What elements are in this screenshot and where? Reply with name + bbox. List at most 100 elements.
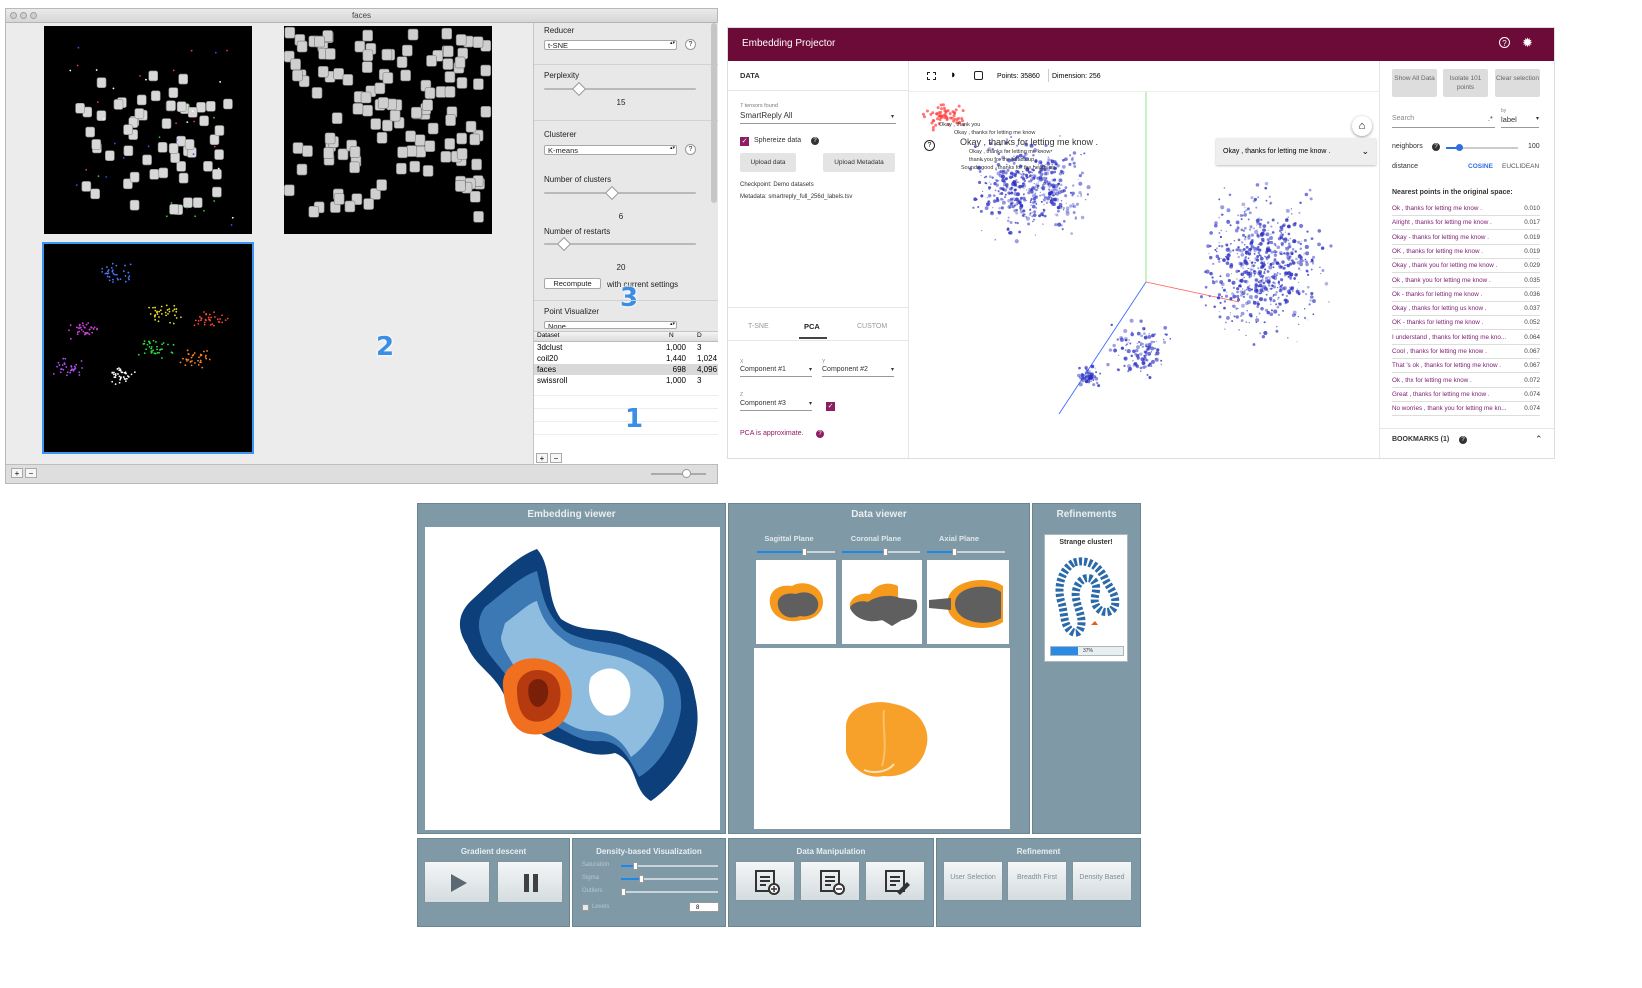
add-data-button[interactable] — [735, 861, 795, 901]
outliers-slider[interactable] — [621, 888, 718, 896]
table-row[interactable]: 3dclust 1,000 3 — [534, 342, 718, 353]
add-view-button[interactable]: + — [11, 468, 23, 478]
clusters-slider-thumb[interactable] — [604, 185, 619, 201]
perplexity-slider-thumb[interactable] — [571, 81, 587, 97]
nearest-point-item[interactable]: OK - thanks for letting me know . 0.052 — [1392, 317, 1540, 331]
minimize-window-button[interactable] — [20, 12, 27, 19]
cosine-option[interactable]: COSINE — [1468, 163, 1493, 170]
axial-slice-view[interactable] — [927, 560, 1009, 644]
labels-3d-icon[interactable] — [974, 71, 983, 80]
night-mode-icon[interactable]: ◗ — [950, 69, 957, 81]
clusterer-help-button[interactable]: ? — [685, 144, 696, 155]
edit-data-button[interactable] — [865, 861, 925, 901]
upload-metadata-button[interactable]: Upload Metadata — [823, 153, 895, 172]
help-icon[interactable]: ? — [1499, 37, 1510, 48]
y-component-select[interactable]: Component #2 ▾ — [822, 366, 894, 377]
tab-tsne[interactable]: T-SNE — [748, 323, 769, 330]
euclidean-option[interactable]: EUCLIDEAN — [1502, 163, 1539, 170]
sphereize-checkbox[interactable]: ✓ — [740, 137, 749, 146]
nearest-point-item[interactable]: Great , thanks for letting me know . 0.07… — [1392, 389, 1540, 402]
selected-point-dropdown[interactable]: Okay , thanks for letting me know . ⌄ — [1216, 138, 1376, 165]
coronal-slice-view[interactable] — [842, 560, 922, 644]
tab-custom[interactable]: CUSTOM — [857, 323, 887, 330]
outliers-knob[interactable] — [621, 888, 626, 896]
play-button[interactable] — [424, 861, 490, 903]
add-dataset-button[interactable]: + — [536, 453, 548, 463]
home-icon[interactable]: ⌂ — [1352, 116, 1372, 136]
zoom-slider-thumb[interactable] — [682, 469, 691, 478]
z-component-select[interactable]: Component #3 ▾ — [740, 400, 812, 411]
restarts-slider-thumb[interactable] — [557, 236, 572, 252]
user-selection-button[interactable]: User Selection — [943, 861, 1003, 901]
settings-icon[interactable]: ✹ — [1522, 36, 1533, 49]
neighbors-slider-thumb[interactable] — [1456, 144, 1463, 151]
chevron-up-icon[interactable]: ⌃ — [1535, 434, 1543, 445]
reducer-select[interactable]: t-SNE — [544, 40, 677, 50]
nearest-point-item[interactable]: I understand , thanks for letting me kno… — [1392, 332, 1540, 345]
tensor-select[interactable]: SmartReply All ▾ — [740, 111, 896, 124]
sigma-slider[interactable] — [621, 875, 718, 883]
table-row[interactable]: coil20 1,440 1,024 — [534, 353, 718, 364]
point-visualizer-select[interactable]: None — [544, 321, 677, 329]
pause-button[interactable] — [497, 861, 563, 903]
nearest-point-item[interactable]: Ok - thanks for letting me know . 0.036 — [1392, 289, 1540, 302]
search-input[interactable]: Search — [1392, 115, 1495, 128]
pca-help-icon[interactable]: ? — [816, 430, 824, 438]
nearest-point-item[interactable]: No worries , thank you for letting me kn… — [1392, 403, 1540, 417]
axial-plane-knob[interactable] — [952, 548, 958, 556]
faces-thumbnail-plot[interactable] — [284, 26, 492, 234]
nearest-point-item[interactable]: Ok , thx for letting me know . 0.072 — [1392, 375, 1540, 388]
table-row[interactable]: swissroll 1,000 3 — [534, 375, 718, 386]
sphereize-help-icon[interactable]: ? — [811, 137, 819, 145]
z-enable-checkbox[interactable]: ✓ — [826, 402, 835, 411]
bookmarks-help-icon[interactable]: ? — [1459, 436, 1467, 444]
sigma-knob[interactable] — [639, 875, 644, 883]
sidebar-scrollbar[interactable] — [711, 23, 717, 203]
bookmarks-header[interactable]: BOOKMARKS (1) — [1392, 436, 1449, 443]
nearest-point-item[interactable]: Ok , thank you for letting me know . 0.03… — [1392, 275, 1540, 288]
column-d[interactable]: D — [697, 332, 702, 339]
sagittal-plane-slider[interactable] — [757, 548, 835, 556]
nearest-point-item[interactable]: OK , thanks for letting me know . 0.019 — [1392, 246, 1540, 259]
upload-data-button[interactable]: Upload data — [740, 153, 796, 172]
refinement-card[interactable]: Strange cluster! 37% — [1044, 534, 1128, 662]
clustered-scatter-plot[interactable] — [42, 242, 254, 454]
nearest-point-item[interactable]: Cool , thanks for letting me know . 0.067 — [1392, 346, 1540, 359]
saturation-knob[interactable] — [633, 862, 638, 870]
axial-plane-slider[interactable] — [927, 548, 1005, 556]
regex-icon[interactable]: .* — [1488, 116, 1493, 123]
breadth-first-button[interactable]: Breadth First — [1007, 861, 1067, 901]
levels-checkbox[interactable] — [582, 904, 589, 911]
remove-data-button[interactable] — [800, 861, 860, 901]
info-icon[interactable]: ? — [924, 140, 935, 151]
select-region-icon[interactable] — [927, 72, 936, 80]
density-based-button[interactable]: Density Based — [1072, 861, 1132, 901]
remove-dataset-button[interactable]: − — [550, 453, 562, 463]
x-component-select[interactable]: Component #1 ▾ — [740, 366, 812, 377]
levels-stepper[interactable]: 8 — [689, 902, 719, 912]
zoom-slider[interactable] — [651, 473, 706, 475]
show-all-data-button[interactable]: Show All Data — [1392, 69, 1437, 97]
clusters-slider[interactable] — [544, 185, 696, 201]
column-n[interactable]: N — [669, 332, 674, 339]
saturation-slider[interactable] — [621, 862, 718, 870]
coronal-plane-knob[interactable] — [882, 548, 888, 556]
close-window-button[interactable] — [10, 12, 17, 19]
clusterer-select[interactable]: K-means — [544, 145, 677, 155]
remove-view-button[interactable]: − — [25, 468, 37, 478]
reducer-help-button[interactable]: ? — [685, 39, 696, 50]
sagittal-plane-knob[interactable] — [801, 548, 807, 556]
table-row-selected[interactable]: faces 698 4,096 — [534, 364, 718, 375]
clear-selection-button[interactable]: Clear selection — [1495, 69, 1540, 97]
zoom-window-button[interactable] — [30, 12, 37, 19]
neighbors-slider[interactable] — [1446, 144, 1518, 151]
tab-pca[interactable]: PCA — [804, 322, 820, 331]
search-by-select[interactable]: label ▾ — [1501, 115, 1539, 128]
nearest-point-item[interactable]: That 's ok , thanks for letting me know … — [1392, 360, 1540, 374]
3d-volume-view[interactable] — [754, 648, 1010, 829]
faces-scatter-plot[interactable] — [44, 26, 252, 234]
recompute-button[interactable]: Recompute — [544, 278, 601, 289]
sagittal-slice-view[interactable] — [756, 560, 836, 644]
column-dataset[interactable]: Dataset — [537, 332, 559, 339]
nearest-point-item[interactable]: Ok , thanks for letting me know . 0.010 — [1392, 203, 1540, 216]
